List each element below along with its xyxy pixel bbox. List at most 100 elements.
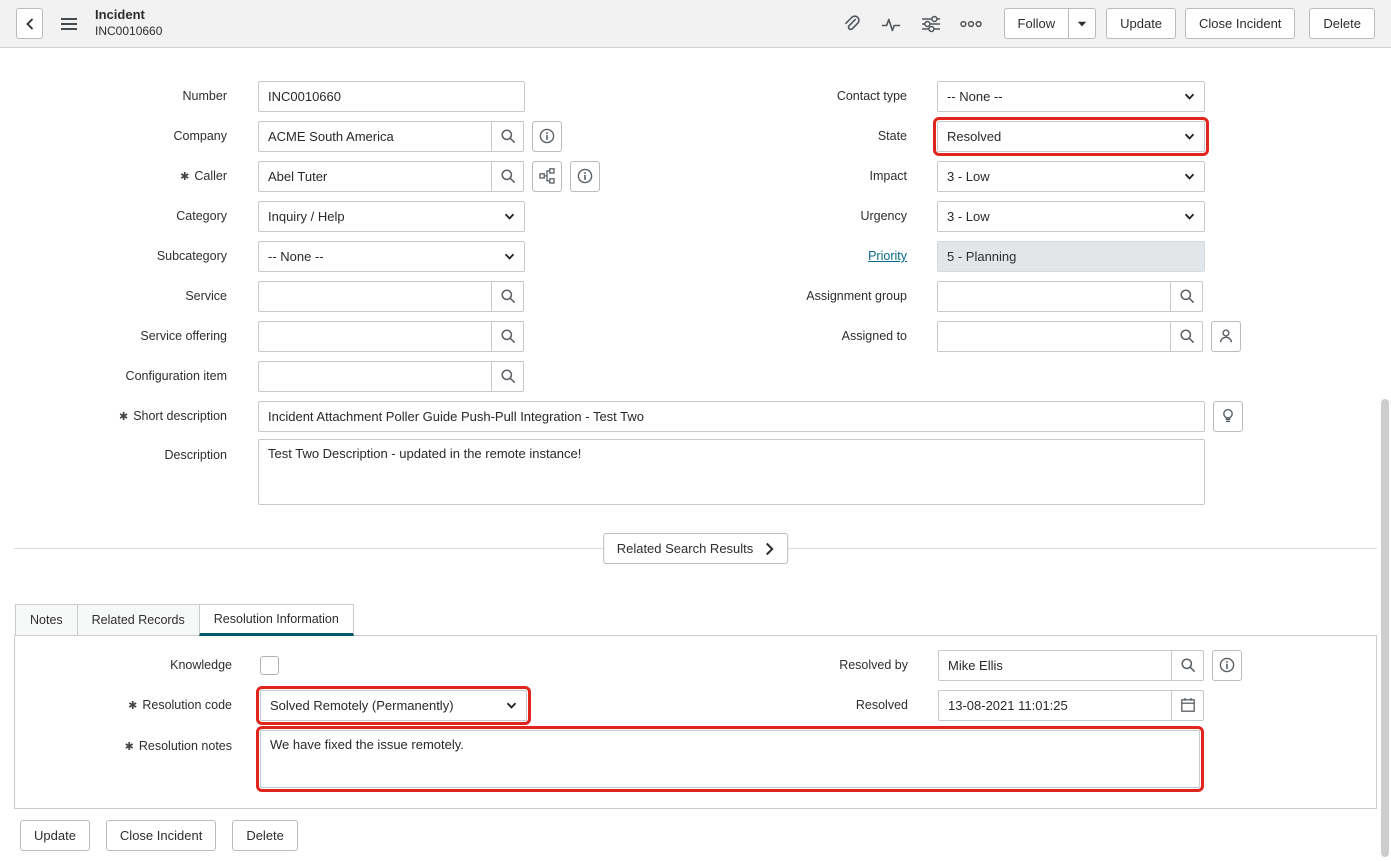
company-search-button[interactable] xyxy=(491,121,524,152)
footer-update-button[interactable]: Update xyxy=(20,820,90,851)
back-button[interactable] xyxy=(16,8,43,39)
assignment-group-search-button[interactable] xyxy=(1170,281,1203,312)
contact-type-value: -- None -- xyxy=(947,89,1003,104)
required-marker: ✱ xyxy=(180,170,189,183)
company-info-button[interactable] xyxy=(532,121,562,152)
follow-button[interactable]: Follow xyxy=(1004,8,1070,39)
tab-bar: Notes Related Records Resolution Informa… xyxy=(14,604,1377,636)
close-incident-button[interactable]: Close Incident xyxy=(1185,8,1295,39)
state-value: Resolved xyxy=(947,129,1001,144)
resolution-code-select[interactable]: Solved Remotely (Permanently) xyxy=(260,690,527,721)
chevron-down-icon xyxy=(1077,21,1087,27)
resolved-date-input[interactable] xyxy=(938,690,1172,721)
resolution-left-column: Knowledge ✱Resolution code Solved Remote… xyxy=(15,645,696,725)
required-marker: ✱ xyxy=(119,410,128,423)
description-label: Description xyxy=(0,448,227,462)
form-left-column: Number Company ✱Caller xyxy=(0,76,695,396)
hamburger-icon xyxy=(60,17,78,31)
resolved-by-input[interactable] xyxy=(938,650,1172,681)
urgency-select[interactable]: 3 - Low xyxy=(937,201,1205,232)
assignment-group-label: Assignment group xyxy=(695,289,907,303)
priority-value: 5 - Planning xyxy=(937,241,1205,272)
footer-delete-button[interactable]: Delete xyxy=(232,820,298,851)
assigned-to-search-button[interactable] xyxy=(1170,321,1203,352)
configuration-item-search-button[interactable] xyxy=(491,361,524,392)
impact-select[interactable]: 3 - Low xyxy=(937,161,1205,192)
required-marker: ✱ xyxy=(125,740,134,753)
suggestion-button[interactable] xyxy=(1213,401,1243,432)
personalize-form-button[interactable] xyxy=(918,11,944,37)
record-number: INC0010660 xyxy=(95,24,162,40)
service-label: Service xyxy=(0,289,227,303)
caller-hierarchy-button[interactable] xyxy=(532,161,562,192)
activity-stream-button[interactable] xyxy=(878,11,904,37)
required-marker: ✱ xyxy=(128,699,137,712)
number-row: Number xyxy=(0,76,695,116)
caller-info-button[interactable] xyxy=(570,161,600,192)
search-icon xyxy=(500,368,516,384)
context-menu-button[interactable] xyxy=(56,11,82,37)
category-select[interactable]: Inquiry / Help xyxy=(258,201,525,232)
caller-input[interactable] xyxy=(258,161,492,192)
subcategory-label: Subcategory xyxy=(0,249,227,263)
priority-label: Priority xyxy=(695,249,907,263)
caller-search-button[interactable] xyxy=(491,161,524,192)
assignment-group-input[interactable] xyxy=(937,281,1171,312)
resolution-information-panel: Knowledge ✱Resolution code Solved Remote… xyxy=(14,635,1377,809)
follow-caret-button[interactable] xyxy=(1069,8,1096,39)
tab-notes[interactable]: Notes xyxy=(15,604,78,636)
configuration-item-input[interactable] xyxy=(258,361,492,392)
resolution-notes-label: ✱Resolution notes xyxy=(15,739,232,753)
service-search-button[interactable] xyxy=(491,281,524,312)
footer-close-incident-button[interactable]: Close Incident xyxy=(106,820,216,851)
knowledge-label: Knowledge xyxy=(15,658,232,672)
state-select[interactable]: Resolved xyxy=(937,121,1205,152)
subcategory-select[interactable]: -- None -- xyxy=(258,241,525,272)
more-options-button[interactable] xyxy=(958,11,984,37)
lightbulb-icon xyxy=(1220,408,1236,424)
state-row: State Resolved xyxy=(695,116,1391,156)
number-input[interactable] xyxy=(258,81,525,112)
chevron-right-icon xyxy=(765,542,774,556)
assign-to-me-button[interactable] xyxy=(1211,321,1241,352)
attachment-button[interactable] xyxy=(838,11,864,37)
service-input[interactable] xyxy=(258,281,492,312)
service-offering-search-button[interactable] xyxy=(491,321,524,352)
urgency-value: 3 - Low xyxy=(947,209,990,224)
description-textarea[interactable]: Test Two Description - updated in the re… xyxy=(258,439,1205,505)
service-offering-input[interactable] xyxy=(258,321,492,352)
update-button[interactable]: Update xyxy=(1106,8,1176,39)
search-icon xyxy=(1179,288,1195,304)
related-search-results-button[interactable]: Related Search Results xyxy=(603,533,789,564)
short-description-input[interactable] xyxy=(258,401,1205,432)
chevron-down-icon xyxy=(504,253,515,260)
form-right-column: Contact type -- None -- State Resolved xyxy=(695,76,1391,396)
assigned-to-row: Assigned to xyxy=(695,316,1391,356)
assigned-to-reference-group xyxy=(937,321,1203,352)
subcategory-value: -- None -- xyxy=(268,249,324,264)
assigned-to-input[interactable] xyxy=(937,321,1171,352)
calendar-button[interactable] xyxy=(1171,690,1204,721)
search-icon xyxy=(500,128,516,144)
tab-related-records[interactable]: Related Records xyxy=(77,604,200,636)
priority-label-link[interactable]: Priority xyxy=(868,249,907,263)
resolved-by-info-button[interactable] xyxy=(1212,650,1242,681)
assignment-group-row: Assignment group xyxy=(695,276,1391,316)
impact-label: Impact xyxy=(695,169,907,183)
tab-section: Notes Related Records Resolution Informa… xyxy=(14,604,1377,809)
knowledge-checkbox[interactable] xyxy=(260,656,279,675)
resolution-right-column: Resolved by Resolved xyxy=(696,645,1376,725)
company-reference-group xyxy=(258,121,524,152)
tab-resolution-information[interactable]: Resolution Information xyxy=(199,604,354,636)
resolution-notes-textarea[interactable]: We have fixed the issue remotely. xyxy=(260,730,1200,788)
urgency-row: Urgency 3 - Low xyxy=(695,196,1391,236)
scrollbar-thumb[interactable] xyxy=(1381,399,1389,857)
header-bar: Incident INC0010660 Follow Update Close … xyxy=(0,0,1391,48)
category-value: Inquiry / Help xyxy=(268,209,345,224)
company-input[interactable] xyxy=(258,121,492,152)
priority-row: Priority 5 - Planning xyxy=(695,236,1391,276)
service-row: Service xyxy=(0,276,695,316)
resolved-by-search-button[interactable] xyxy=(1171,650,1204,681)
contact-type-select[interactable]: -- None -- xyxy=(937,81,1205,112)
delete-button[interactable]: Delete xyxy=(1309,8,1375,39)
